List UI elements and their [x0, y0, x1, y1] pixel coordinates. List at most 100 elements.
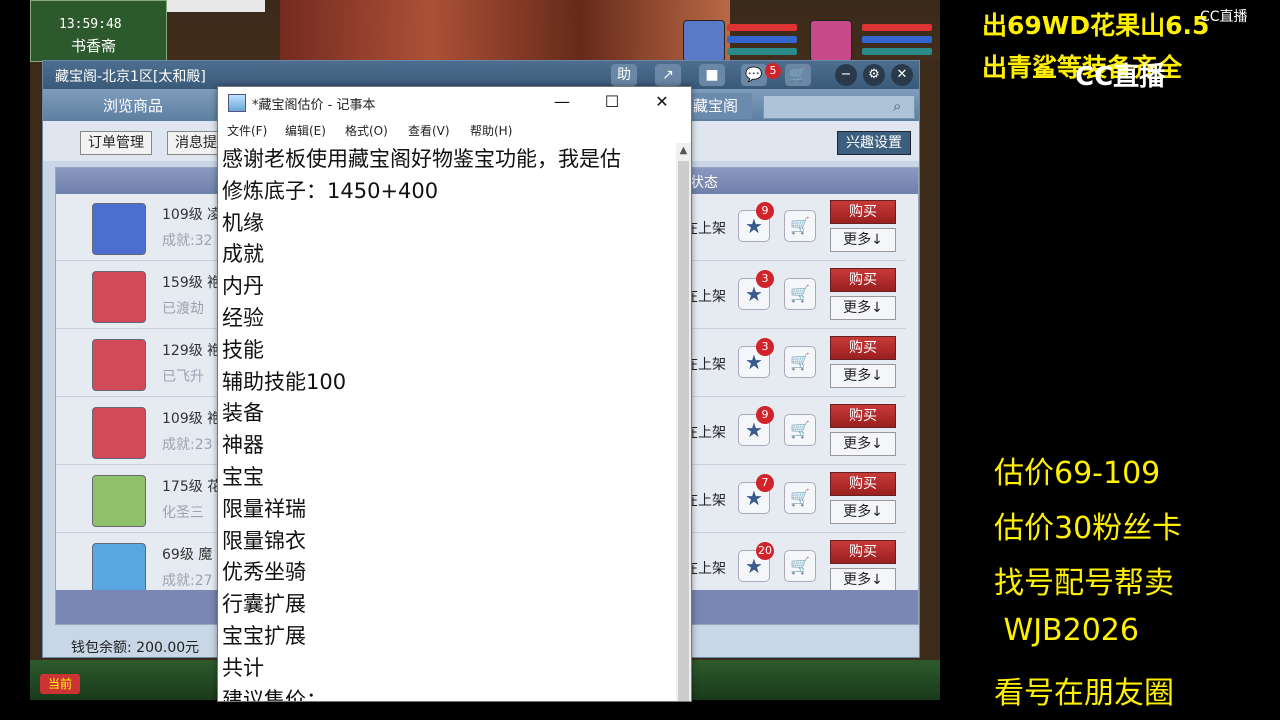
location-name: 书香斋: [71, 37, 117, 55]
notepad-line: 宝宝扩展: [222, 624, 306, 648]
notepad-scrollbar[interactable]: ▲: [676, 143, 691, 701]
character-avatar: [92, 339, 146, 391]
player-avatar[interactable]: [683, 20, 725, 62]
character-subinfo: 成就:32: [162, 233, 213, 249]
notepad-line: 限量祥瑞: [222, 496, 306, 521]
notepad-line: 装备: [222, 401, 264, 426]
character-avatar: [92, 271, 146, 323]
add-cart-icon[interactable]: 🛒: [784, 210, 816, 242]
buy-button[interactable]: 购买: [830, 336, 896, 360]
character-level: 175级 花: [162, 479, 222, 495]
buy-button[interactable]: 购买: [830, 540, 896, 564]
overlay-right-line-2: 估价30粉丝卡: [994, 511, 1183, 546]
minimize-icon[interactable]: −: [835, 64, 857, 86]
notepad-line: 限量锦衣: [222, 528, 306, 553]
hp-bar: [727, 24, 797, 31]
close-icon[interactable]: ✕: [891, 64, 913, 86]
character-subinfo: 已飞升: [162, 369, 204, 385]
character-level: 69级 魔: [162, 547, 213, 563]
notepad-line: 经验: [222, 306, 264, 330]
game-clock: 13:59:48: [59, 17, 122, 32]
cangbaoge-title: 藏宝阁-北京1区[太和殿]: [55, 69, 206, 85]
character-level: 109级 袍: [162, 411, 222, 427]
help-button[interactable]: 助: [611, 64, 637, 86]
more-button[interactable]: 更多↓: [830, 228, 896, 252]
add-cart-icon[interactable]: 🛒: [784, 414, 816, 446]
minimize-icon[interactable]: —: [539, 87, 585, 117]
add-cart-icon[interactable]: 🛒: [784, 482, 816, 514]
menu-view[interactable]: 查看(V): [408, 122, 450, 139]
buy-button[interactable]: 购买: [830, 200, 896, 224]
wallet-balance: 钱包余额: 200.00元: [71, 640, 200, 656]
menu-edit[interactable]: 编辑(E): [285, 122, 326, 139]
character-level: 159级 袍: [162, 275, 222, 291]
order-management-button[interactable]: 订单管理: [80, 131, 152, 155]
character-level: 109级 凌: [162, 207, 222, 223]
notepad-icon: [228, 94, 246, 112]
add-cart-icon[interactable]: 🛒: [784, 346, 816, 378]
pet-hp-bar: [862, 24, 932, 31]
add-cart-icon[interactable]: 🛒: [784, 278, 816, 310]
notepad-line: 共计: [222, 655, 264, 680]
notepad-line: 内丹: [222, 274, 264, 299]
buy-button[interactable]: 购买: [830, 404, 896, 428]
cangbaoge-titlebar: 藏宝阁-北京1区[太和殿] 助 ↗ ■ 💬 5 🛒 − ⚙ ✕: [43, 61, 919, 89]
mp-bar: [727, 36, 797, 43]
stop-button[interactable]: ■: [699, 64, 725, 86]
favorite-count-badge: 3: [756, 270, 774, 288]
more-button[interactable]: 更多↓: [830, 364, 896, 388]
menu-format[interactable]: 格式(O): [345, 122, 388, 139]
overlay-right-line-5: 看号在朋友圈: [994, 676, 1174, 711]
menu-help[interactable]: 帮助(H): [470, 122, 512, 139]
cc-watermark-logo: CC直播: [1075, 62, 1166, 92]
character-avatar: [92, 203, 146, 255]
notepad-text-area[interactable]: 感谢老板使用藏宝阁好物鉴宝功能，我是估 修炼底子：1450+400 机缘成就内丹经验…: [218, 143, 676, 701]
buy-button[interactable]: 购买: [830, 472, 896, 496]
notepad-window: *藏宝阁估价 - 记事本 — ☐ ✕ 文件(F) 编辑(E) 格式(O) 查看(…: [217, 86, 692, 702]
more-button[interactable]: 更多↓: [830, 296, 896, 320]
favorite-count-badge: 9: [756, 406, 774, 424]
notepad-line: 修炼底子：1450+400: [222, 178, 439, 203]
search-icon[interactable]: ⌕: [893, 97, 901, 115]
settings-icon[interactable]: ⚙: [863, 64, 885, 86]
overlay-right-line-1: 估价69-109: [994, 456, 1161, 491]
share-button[interactable]: ↗: [655, 64, 681, 86]
message-button[interactable]: 💬: [741, 64, 767, 86]
game-scene-top: [280, 0, 730, 60]
scroll-thumb[interactable]: [678, 161, 689, 701]
more-button[interactable]: 更多↓: [830, 500, 896, 524]
favorite-count-badge: 3: [756, 338, 774, 356]
message-count-badge: 5: [765, 63, 781, 79]
character-subinfo: 成就:23: [162, 437, 213, 453]
tab-browse[interactable]: 浏览商品: [89, 93, 177, 119]
notepad-line: 感谢老板使用藏宝阁好物鉴宝功能，我是估: [222, 147, 621, 171]
pet-avatar[interactable]: [810, 20, 852, 62]
add-cart-icon[interactable]: 🛒: [784, 550, 816, 582]
character-avatar: [92, 407, 146, 459]
notepad-line: 辅助技能100: [222, 369, 347, 394]
favorite-count-badge: 20: [756, 542, 774, 560]
exp-bar: [727, 48, 797, 55]
menu-file[interactable]: 文件(F): [227, 122, 267, 139]
notepad-line: 成就: [222, 242, 264, 267]
notepad-line: 建议售价：: [222, 687, 327, 701]
overlay-right-line-3: 找号配号帮卖: [994, 566, 1174, 601]
notepad-line: 技能: [222, 337, 264, 362]
overlay-top-line-1: 出69WD花果山6.5: [982, 11, 1210, 40]
clock-panel: 13:59:48 书香斋: [30, 0, 167, 62]
close-icon[interactable]: ✕: [639, 87, 685, 117]
channel-current-button[interactable]: 当前: [40, 674, 80, 694]
favorite-count-badge: 7: [756, 474, 774, 492]
interest-settings-button[interactable]: 兴趣设置: [837, 131, 911, 155]
notepad-line: 机缘: [222, 210, 264, 235]
notepad-line: 神器: [222, 433, 264, 458]
notepad-line: 优秀坐骑: [222, 560, 306, 585]
maximize-icon[interactable]: ☐: [589, 87, 635, 117]
pet-mp-bar: [862, 36, 932, 43]
buy-button[interactable]: 购买: [830, 268, 896, 292]
more-button[interactable]: 更多↓: [830, 568, 896, 592]
more-button[interactable]: 更多↓: [830, 432, 896, 456]
cart-button[interactable]: 🛒: [785, 64, 811, 86]
overlay-right-line-4: WJB2026: [994, 613, 1139, 648]
scroll-up-icon[interactable]: ▲: [676, 145, 691, 159]
